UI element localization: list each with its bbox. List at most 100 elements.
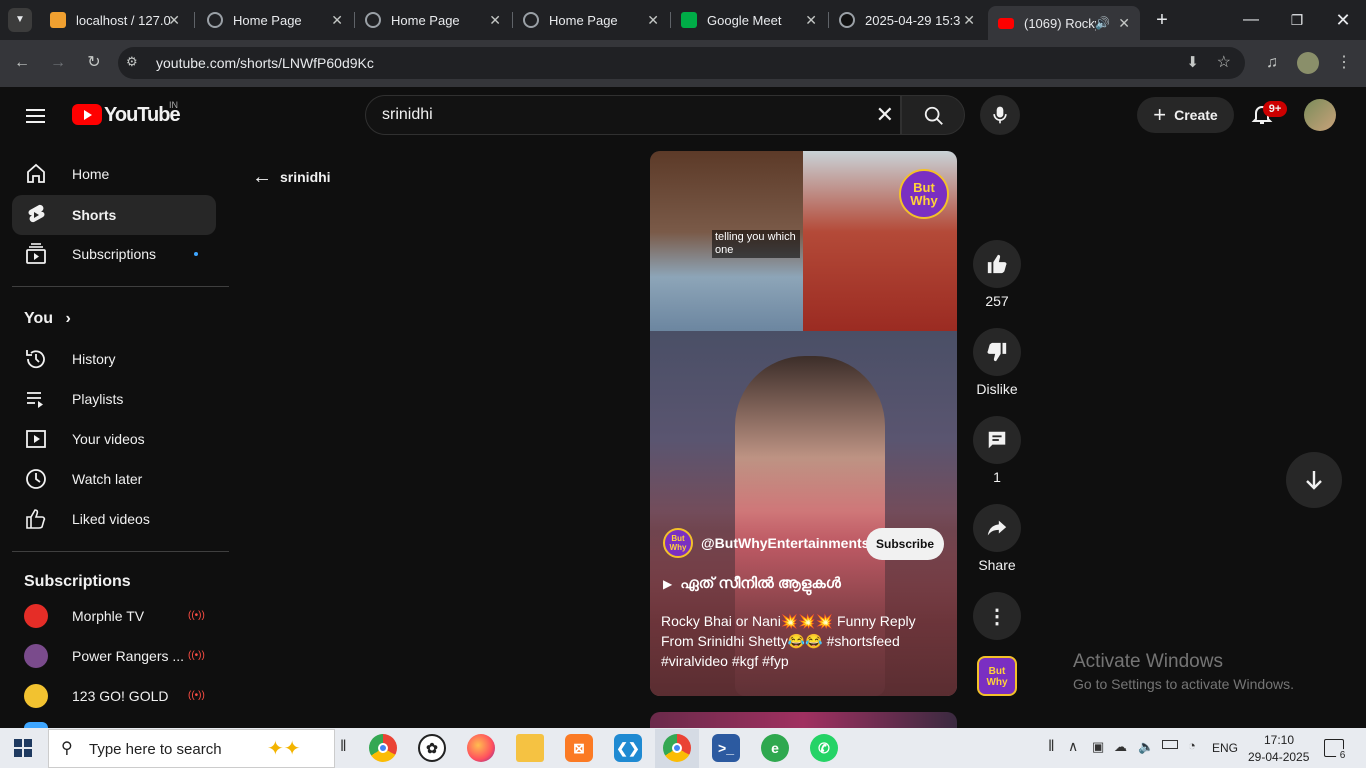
shorts-icon <box>24 203 48 227</box>
media-controls-icon[interactable]: ♫ <box>1260 51 1284 75</box>
live-indicator-icon: ((•)) <box>188 650 205 661</box>
sidebar-item-watch-later[interactable]: Watch later <box>12 459 216 499</box>
subscribe-button[interactable]: Subscribe <box>866 528 944 560</box>
search-input[interactable]: srinidhi ✕ <box>365 95 901 135</box>
close-tab-icon[interactable]: ✕ <box>168 12 180 29</box>
browser-tab[interactable]: Google Meet ✕ <box>671 0 827 40</box>
short-video-player[interactable]: But Why telling you which one But Why @Bu… <box>650 151 957 696</box>
close-tab-icon[interactable]: ✕ <box>647 12 659 29</box>
edge-dev-taskbar-icon[interactable]: e <box>761 734 789 762</box>
onedrive-icon[interactable]: ☁ <box>1114 739 1127 755</box>
clock-time[interactable]: 17:10 <box>1264 733 1294 747</box>
like-button[interactable] <box>973 240 1021 288</box>
clear-search-icon[interactable]: ✕ <box>876 102 894 128</box>
audio-playing-icon[interactable]: 🔊 <box>1095 16 1110 30</box>
sidebar-item-home[interactable]: Home <box>12 154 216 194</box>
voice-search-button[interactable] <box>980 95 1020 135</box>
battery-icon[interactable] <box>1162 740 1178 749</box>
show-hidden-icons-chevron-icon[interactable]: ∧ <box>1068 738 1078 755</box>
task-view-icon[interactable]: ‖ <box>340 738 347 756</box>
close-window-button[interactable]: ✕ <box>1328 8 1358 32</box>
taskbar-divider: ‖ <box>1048 738 1055 755</box>
share-button[interactable] <box>973 504 1021 552</box>
comments-button[interactable] <box>973 416 1021 464</box>
firefox-taskbar-icon[interactable] <box>467 734 495 762</box>
close-tab-icon[interactable]: ✕ <box>805 12 817 29</box>
globe-icon <box>365 12 381 28</box>
browser-tab[interactable]: Home Page ✕ <box>355 0 511 40</box>
site-settings-icon[interactable]: ⚙ <box>126 54 138 70</box>
close-tab-icon[interactable]: ✕ <box>963 12 975 29</box>
search-button[interactable] <box>901 95 965 135</box>
forward-arrow-icon[interactable]: → <box>46 51 70 75</box>
sidebar-item-subscriptions[interactable]: Subscriptions <box>12 234 216 274</box>
browser-tab[interactable]: Home Page ✕ <box>197 0 353 40</box>
sidebar-item-liked-videos[interactable]: Liked videos <box>12 499 216 539</box>
volume-icon[interactable]: 🔈 <box>1138 739 1154 755</box>
sidebar-channel-item[interactable]: Power Rangers ... ((•)) <box>12 636 216 676</box>
more-options-button[interactable]: ⋮ <box>973 592 1021 640</box>
sidebar-item-playlists[interactable]: Playlists <box>12 379 216 419</box>
dislike-button[interactable] <box>973 328 1021 376</box>
close-tab-icon[interactable]: ✕ <box>1118 15 1130 32</box>
back-arrow-icon[interactable]: ← <box>10 51 34 75</box>
sidebar-item-your-videos[interactable]: Your videos <box>12 419 216 459</box>
browser-tab-active[interactable]: (1069) Rocky 🔊 ✕ <box>988 6 1140 40</box>
language-indicator[interactable]: ENG <box>1212 741 1238 755</box>
powershell-taskbar-icon[interactable]: >_ <box>712 734 740 762</box>
browser-tab[interactable]: localhost / 127.0 ✕ <box>40 0 190 40</box>
file-explorer-taskbar-icon[interactable] <box>516 734 544 762</box>
sidebar-item-shorts[interactable]: Shorts <box>12 195 216 235</box>
back-arrow-icon: ← <box>252 165 272 188</box>
share-label: Share <box>978 557 1016 573</box>
chatgpt-taskbar-icon[interactable]: ✿ <box>418 734 446 762</box>
next-short-preview[interactable] <box>650 712 957 728</box>
minimize-window-button[interactable]: — <box>1236 8 1266 32</box>
sidebar-channel-item[interactable]: 123 GO! GOLD ((•)) <box>12 676 216 716</box>
reload-icon[interactable]: ↻ <box>82 51 106 75</box>
tab-search-button[interactable]: ▼ <box>8 8 32 32</box>
browser-tab[interactable]: 2025-04-29 15:3 ✕ <box>829 0 985 40</box>
install-app-icon[interactable]: ⬇ <box>1186 53 1199 71</box>
new-tab-button[interactable]: + <box>1150 8 1174 32</box>
address-bar[interactable]: ⚙ youtube.com/shorts/LNWfP60d9Kc ⬇ ☆ <box>118 47 1245 79</box>
account-avatar[interactable] <box>1304 99 1336 131</box>
chrome-taskbar-icon[interactable] <box>663 734 691 762</box>
home-icon <box>24 162 48 186</box>
taskbar-search-box[interactable]: ⚲ Type here to search ✦✦ <box>48 729 335 768</box>
youtube-favicon-icon <box>998 17 1014 29</box>
chrome-taskbar-icon[interactable] <box>369 734 397 762</box>
bookmark-star-icon[interactable]: ☆ <box>1217 52 1231 72</box>
hamburger-menu-icon[interactable] <box>24 104 48 128</box>
sidebar-channel-item[interactable]: Morphle TV ((•)) <box>12 596 216 636</box>
sound-source-thumbnail[interactable]: But Why <box>977 656 1017 696</box>
sidebar-you-heading[interactable]: You › <box>24 310 71 328</box>
next-short-button[interactable] <box>1286 452 1342 508</box>
clock-date[interactable]: 29-04-2025 <box>1248 750 1309 764</box>
channel-avatar[interactable]: But Why <box>663 528 693 558</box>
close-tab-icon[interactable]: ✕ <box>331 12 343 29</box>
profile-avatar[interactable] <box>1297 52 1319 74</box>
whatsapp-taskbar-icon[interactable]: ✆ <box>810 734 838 762</box>
sidebar-item-history[interactable]: History <box>12 339 216 379</box>
meet-now-icon[interactable]: ▣ <box>1092 739 1104 755</box>
back-to-search-button[interactable]: ← srinidhi <box>252 166 331 188</box>
globe-icon <box>523 12 539 28</box>
wifi-icon[interactable]: ◔ <box>1188 738 1196 753</box>
channel-handle[interactable]: @ButWhyEntertainments <box>701 535 869 551</box>
windows-start-icon[interactable] <box>14 739 32 757</box>
browser-menu-icon[interactable]: ⋮ <box>1332 51 1356 75</box>
vscode-taskbar-icon[interactable]: ❮❯ <box>614 734 642 762</box>
sound-row[interactable]: ▶ ഏത് സീനിൽ ആളുകൾ <box>663 575 841 592</box>
close-tab-icon[interactable]: ✕ <box>489 12 501 29</box>
browser-tab[interactable]: Home Page ✕ <box>513 0 669 40</box>
share-icon <box>987 520 1007 536</box>
short-title[interactable]: Rocky Bhai or Nani💥💥💥 Funny Reply From S… <box>661 611 946 671</box>
thumbs-up-icon <box>24 507 48 531</box>
search-icon <box>924 106 943 125</box>
restore-window-button[interactable]: ❐ <box>1282 8 1312 32</box>
youtube-logo[interactable]: YouTube IN <box>72 100 182 126</box>
channel-avatar <box>24 644 48 668</box>
create-button[interactable]: + Create <box>1137 97 1234 133</box>
xampp-taskbar-icon[interactable]: ⊠ <box>565 734 593 762</box>
